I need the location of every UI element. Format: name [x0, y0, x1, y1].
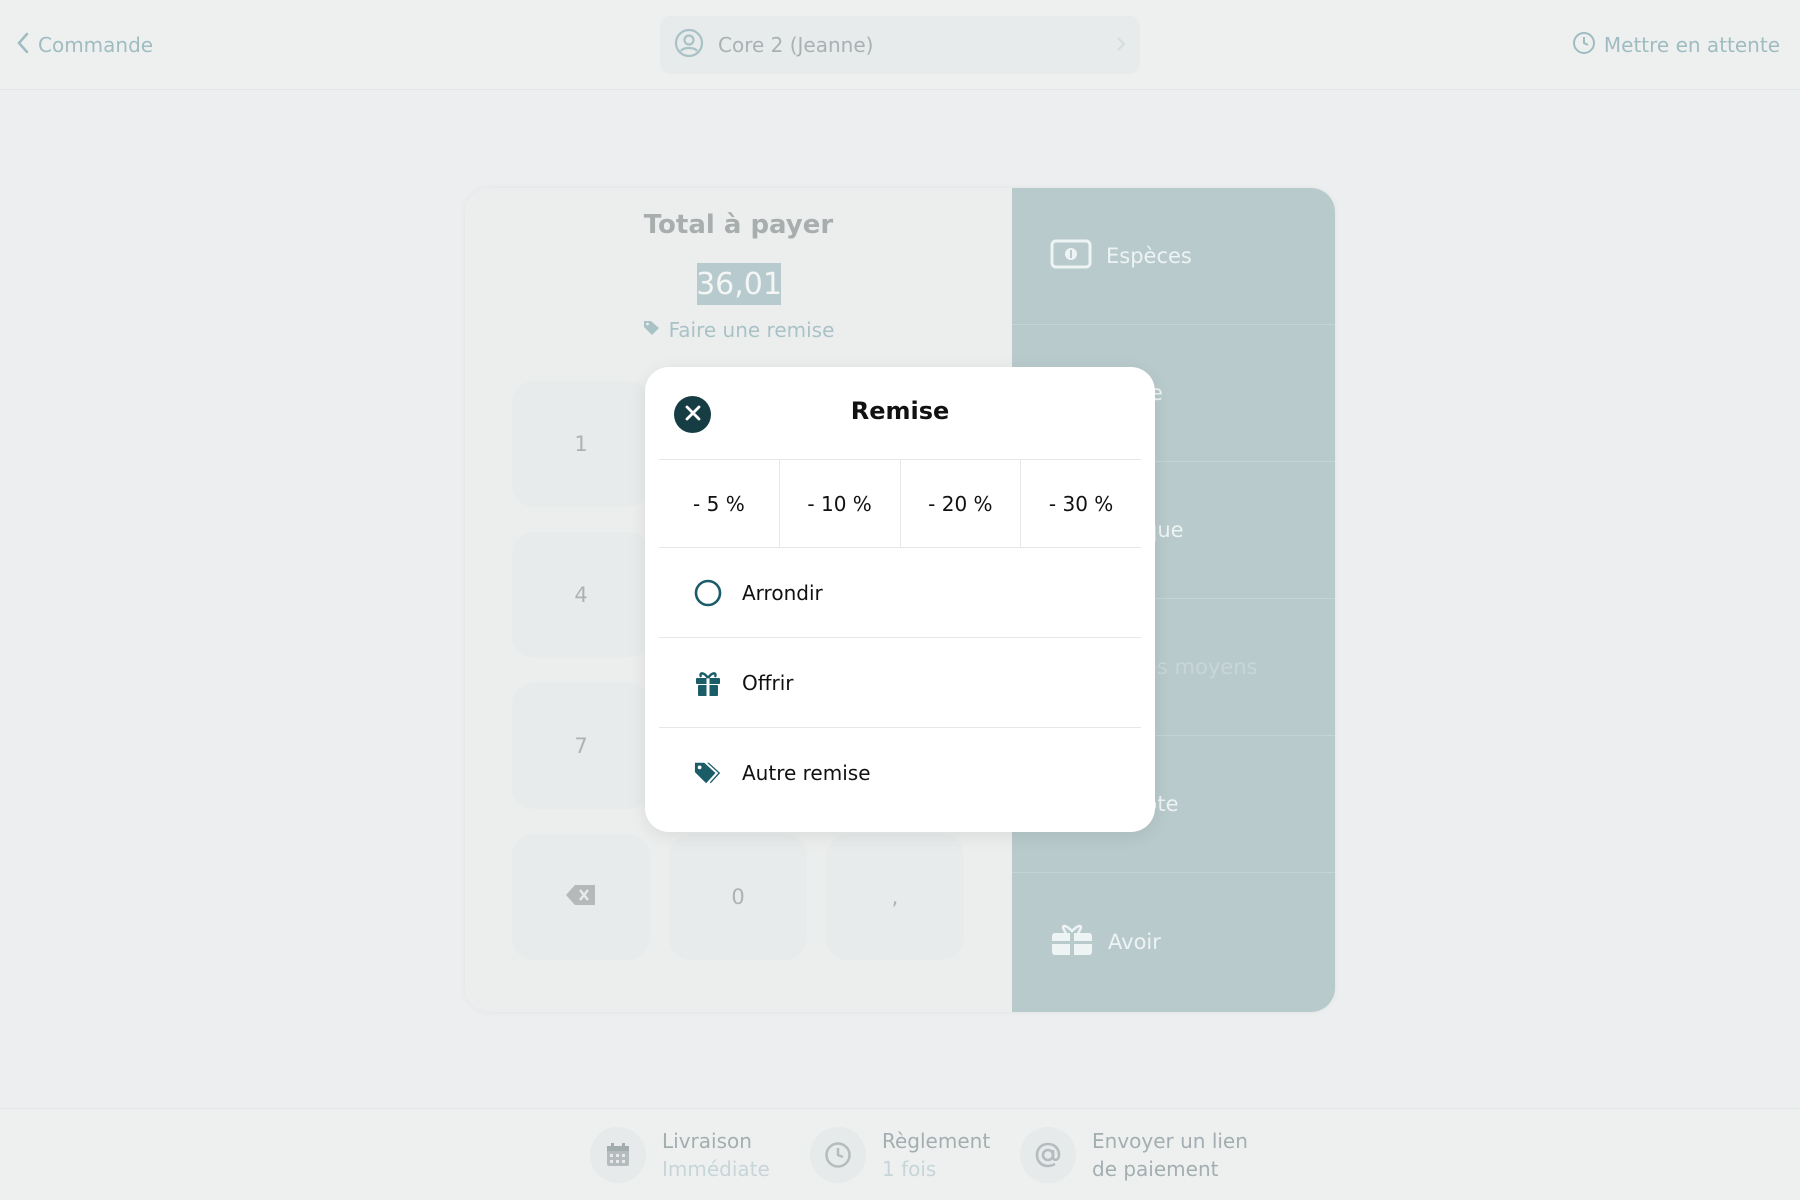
key-4[interactable]: 4	[512, 532, 650, 658]
method-credit-label: Avoir	[1108, 929, 1161, 954]
round-label: Arrondir	[742, 580, 823, 605]
discount-link-label: Faire une remise	[668, 318, 835, 342]
send-link-line1: Envoyer un lien	[1092, 1129, 1248, 1153]
percentage-options: - 5 % - 10 % - 20 % - 30 %	[659, 459, 1141, 548]
bottom-bar: Livraison Immédiate Règlement 1 fois Env…	[0, 1108, 1800, 1200]
clock-icon	[1572, 31, 1596, 60]
offer-label: Offrir	[742, 670, 794, 695]
customer-name: Core 2 (Jeanne)	[718, 33, 874, 57]
user-circle-icon	[674, 28, 704, 63]
banknote-icon	[1050, 239, 1092, 274]
chevron-left-icon	[16, 32, 30, 59]
key-1[interactable]: 1	[512, 381, 650, 507]
backspace-icon	[565, 884, 597, 911]
settlement-value: 1 fois	[882, 1157, 937, 1181]
hold-button[interactable]: Mettre en attente	[1572, 28, 1780, 62]
chevron-right-icon	[1116, 33, 1126, 57]
back-button[interactable]: Commande	[16, 28, 153, 62]
key-comma[interactable]: ,	[826, 834, 964, 960]
other-discount-option[interactable]: Autre remise	[659, 728, 1141, 818]
offer-option[interactable]: Offrir	[659, 638, 1141, 728]
key-0[interactable]: 0	[669, 834, 807, 960]
customer-selector[interactable]: Core 2 (Jeanne)	[660, 16, 1140, 74]
delivery-option[interactable]: Livraison Immédiate	[590, 1127, 770, 1183]
gift-icon	[694, 669, 722, 697]
discount-modal: Remise - 5 % - 10 % - 20 % - 30 % Arrond…	[645, 367, 1155, 832]
discount-link[interactable]: Faire une remise	[465, 318, 1012, 342]
calendar-icon	[590, 1127, 646, 1183]
discount-20-button[interactable]: - 20 %	[901, 460, 1022, 547]
tag-icon	[643, 318, 663, 342]
method-cash[interactable]: Espèces	[1012, 188, 1335, 325]
key-7[interactable]: 7	[512, 683, 650, 809]
back-label: Commande	[38, 33, 154, 57]
clock-icon	[810, 1127, 866, 1183]
gift-card-icon	[1050, 921, 1094, 962]
send-link-line2: de paiement	[1092, 1157, 1219, 1181]
method-credit[interactable]: Avoir	[1012, 873, 1335, 1010]
radio-circle-icon	[694, 579, 722, 607]
settlement-label: Règlement	[882, 1129, 991, 1153]
total-amount[interactable]: 36,01	[696, 263, 782, 305]
send-payment-link-option[interactable]: Envoyer un lien de paiement	[1020, 1127, 1248, 1183]
modal-title: Remise	[850, 397, 950, 425]
key-backspace[interactable]	[512, 834, 650, 960]
method-cash-label: Espèces	[1106, 244, 1192, 268]
other-discount-label: Autre remise	[742, 761, 871, 785]
delivery-value: Immédiate	[662, 1157, 770, 1181]
discount-10-button[interactable]: - 10 %	[780, 460, 901, 547]
discount-5-button[interactable]: - 5 %	[659, 460, 780, 547]
tags-icon	[694, 759, 722, 787]
total-title: Total à payer	[643, 210, 834, 240]
round-option[interactable]: Arrondir	[659, 548, 1141, 638]
hold-label: Mettre en attente	[1603, 33, 1780, 57]
delivery-label: Livraison	[662, 1129, 752, 1153]
settlement-option[interactable]: Règlement 1 fois	[810, 1127, 990, 1183]
at-sign-icon	[1020, 1127, 1076, 1183]
discount-30-button[interactable]: - 30 %	[1021, 460, 1141, 547]
top-bar: Commande Core 2 (Jeanne) Mettre en atten…	[0, 0, 1800, 90]
